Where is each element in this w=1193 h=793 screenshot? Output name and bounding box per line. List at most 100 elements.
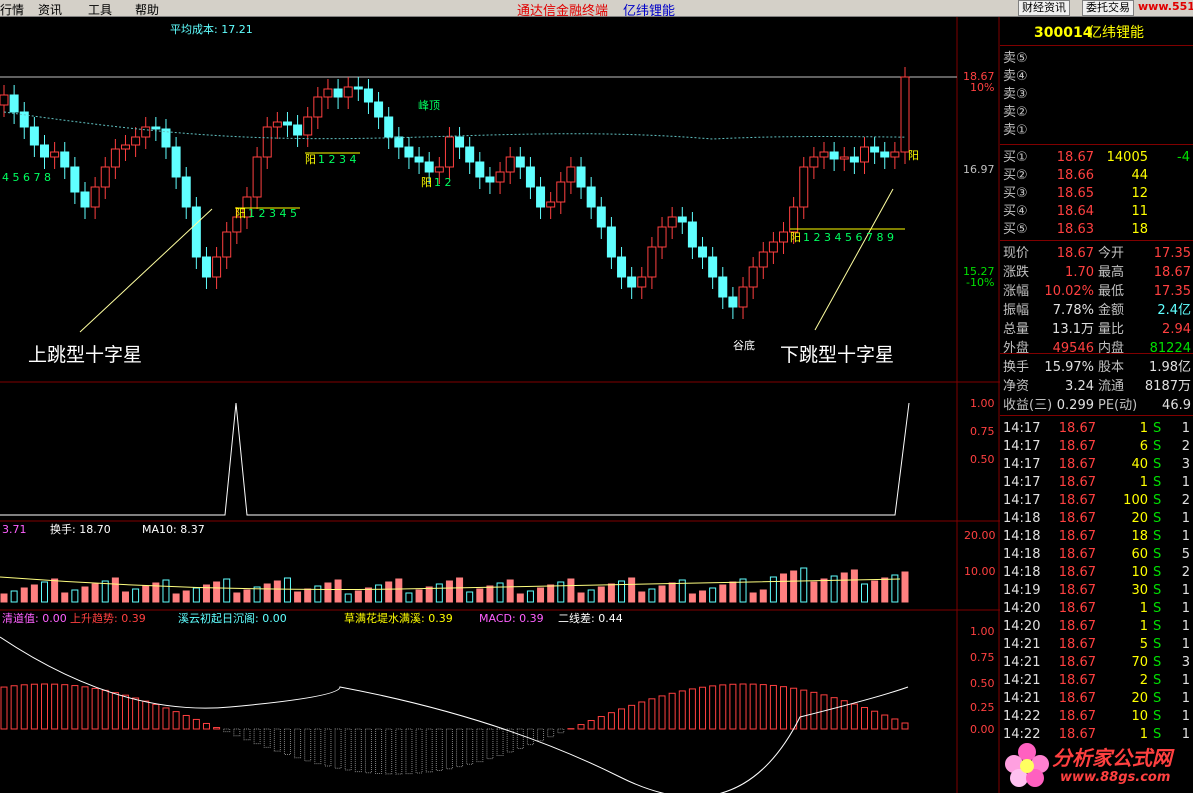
- volume-bar: [334, 579, 342, 603]
- bid-row-4[interactable]: 买④ 18.64 11: [1000, 203, 1193, 221]
- ask-row-2: 卖②: [1003, 105, 1028, 120]
- candle-body: [627, 276, 637, 288]
- candle-body: [768, 241, 778, 253]
- volume-bar: [354, 590, 362, 603]
- candle-body: [536, 186, 546, 208]
- candle-body: [414, 156, 424, 163]
- volume-bar: [263, 583, 271, 603]
- valley-label: 谷底: [733, 338, 755, 352]
- volume-bar: [638, 591, 646, 603]
- candle-body: [495, 171, 505, 183]
- tick-row: 14:17 18.67 100 S 2: [1003, 493, 1190, 508]
- seq-label-a: 4 5 6 7 8: [2, 171, 51, 184]
- candle-body: [556, 181, 566, 203]
- price-axis-down-pct: -10%: [966, 276, 994, 289]
- candle-body: [465, 146, 475, 163]
- candle-body: [596, 206, 606, 228]
- bid-row-5[interactable]: 买⑤ 18.63 18: [1000, 221, 1193, 239]
- finance-news-button[interactable]: 财经资讯: [1018, 0, 1070, 16]
- ind3-label-4: 草满花堤水满溪: 0.39: [344, 612, 453, 625]
- candle-body: [657, 226, 667, 248]
- candle-body: [293, 124, 303, 136]
- stat-row-1: 现价 18.67 今开 17.35: [1003, 246, 1191, 261]
- bid-row-2[interactable]: 买② 18.66 44: [1000, 167, 1193, 185]
- stat-row-4: 振幅 7.78% 金额 2.4亿: [1003, 303, 1191, 318]
- price-axis-up-pct: 10%: [970, 81, 994, 94]
- candle-body: [394, 136, 404, 148]
- ind3-axis-100: 1.00: [970, 625, 995, 638]
- candle-body: [151, 126, 161, 130]
- menu-item-help[interactable]: 帮助: [135, 1, 159, 18]
- tick-row: 14:17 18.67 1 S 1: [1003, 475, 1190, 490]
- candle-body: [404, 146, 414, 158]
- candle-body: [799, 166, 809, 208]
- volume-bar: [243, 589, 251, 603]
- candle-body: [353, 86, 363, 90]
- flower-logo-icon: [1005, 743, 1049, 787]
- volume-bar: [30, 584, 38, 603]
- candle-body: [100, 166, 110, 188]
- candle-body: [677, 216, 687, 223]
- ind1-axis-075: 0.75: [970, 425, 995, 438]
- stat-row-5: 总量 13.1万 量比 2.94: [1003, 322, 1191, 337]
- menu-item-tools[interactable]: 工具: [88, 1, 112, 18]
- menu-item-market[interactable]: 行情: [0, 1, 24, 18]
- candle-body: [738, 286, 748, 308]
- stock-header: 300014 亿纬锂能: [1000, 24, 1193, 42]
- candle-body: [606, 226, 616, 258]
- volume-bar: [729, 581, 737, 603]
- tick-row: 14:20 18.67 1 S 1: [1003, 619, 1190, 634]
- candle-body: [849, 156, 859, 163]
- candle-body: [870, 146, 880, 153]
- down-doji-label: 下跳型十字星: [780, 344, 894, 366]
- candle-body: [748, 266, 758, 288]
- yang-label-d: 阳: [790, 231, 801, 244]
- menu-item-news[interactable]: 资讯: [38, 1, 62, 18]
- yang-label-a: 阳: [235, 207, 246, 220]
- candle-body: [70, 166, 80, 193]
- candle-body: [201, 256, 211, 278]
- tick-row: 14:17 18.67 6 S 2: [1003, 439, 1190, 454]
- candle-body: [313, 96, 323, 118]
- volume-bar: [607, 583, 615, 603]
- volume-bar: [688, 593, 696, 603]
- vol-label-ma10: MA10: 8.37: [142, 523, 205, 536]
- volume-bar: [547, 584, 555, 603]
- volume-bar: [486, 585, 494, 603]
- ask-row-3: 卖③: [1003, 87, 1028, 102]
- volume-bar: [91, 583, 99, 603]
- volume-bar: [20, 587, 28, 603]
- volume-bar: [820, 578, 828, 603]
- volume-bar: [871, 580, 879, 603]
- trade-button[interactable]: 委托交易: [1082, 0, 1134, 16]
- bid-row-3[interactable]: 买③ 18.65 12: [1000, 185, 1193, 203]
- tick-row: 14:17 18.67 40 S 3: [1003, 457, 1190, 472]
- kline-chart[interactable]: 平均成本: 17.21 18.67 10% 16.97 15.27 -10% 峰…: [0, 17, 1000, 793]
- seq-label-e: 1 2 3 4 5 6 7 8 9: [803, 231, 894, 244]
- volume-bar: [0, 593, 8, 603]
- volume-bar: [142, 585, 150, 603]
- tick-row: 14:21 18.67 70 S 3: [1003, 655, 1190, 670]
- candle-body: [212, 256, 222, 278]
- bid-row-1[interactable]: 买① 18.67 14005 -4: [1000, 149, 1193, 167]
- info-row-2: 净资 3.24 流通 8187万: [1003, 379, 1191, 394]
- volume-bar: [425, 586, 433, 603]
- candle-body: [475, 161, 485, 178]
- tick-row: 14:21 18.67 20 S 1: [1003, 691, 1190, 706]
- volume-bar: [881, 577, 889, 603]
- ind3-label-3: 溪云初起日沉阁: 0.00: [178, 611, 287, 625]
- candle-body: [890, 151, 900, 158]
- avg-cost-label: 平均成本: 17.21: [170, 22, 253, 36]
- volume-bar: [111, 577, 119, 603]
- candle-body: [718, 276, 728, 298]
- candle-body: [39, 144, 49, 158]
- yang-label-c: 阳: [421, 176, 432, 189]
- candle-body: [384, 116, 394, 138]
- volume-bar: [273, 580, 281, 603]
- ind3-axis-050: 0.50: [970, 677, 995, 690]
- candle-body: [728, 296, 738, 308]
- ind3-label-1: 清道值: 0.00: [2, 611, 67, 625]
- volume-bar: [850, 569, 858, 603]
- info-row-1: 换手 15.97% 股本 1.98亿: [1003, 360, 1191, 375]
- ind3-axis-000: 0.00: [970, 723, 995, 736]
